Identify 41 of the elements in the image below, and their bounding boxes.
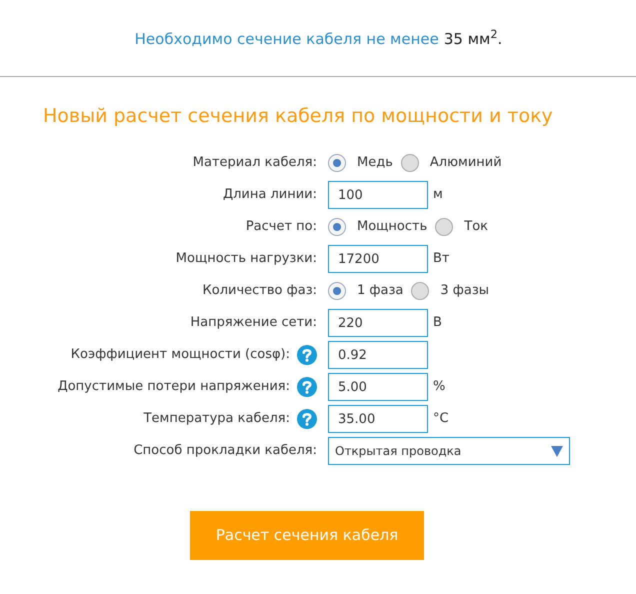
radio-button[interactable] <box>328 218 346 236</box>
input-field[interactable]: 100 <box>328 181 428 209</box>
field-label: Температура кабеля: <box>144 410 290 428</box>
input-field[interactable]: 17200 <box>328 245 428 273</box>
radio-label[interactable]: 3 фазы <box>440 281 490 301</box>
dropdown[interactable]: Открытая проводка <box>328 437 570 465</box>
field-label: Длина линии: <box>222 186 317 204</box>
radio-button[interactable] <box>328 282 346 300</box>
radio-label[interactable]: Медь <box>357 153 393 173</box>
help-icon[interactable] <box>297 377 317 397</box>
unit-label: % <box>433 378 446 396</box>
help-icon[interactable] <box>297 345 317 365</box>
unit-label: м <box>433 186 443 204</box>
result-value: 35 мм$^{2}$. <box>444 28 502 50</box>
unit-label: Вт <box>433 250 450 268</box>
field-label: Материал кабеля: <box>192 154 317 172</box>
radio-button[interactable] <box>328 154 346 172</box>
input-field[interactable]: 35.00 <box>328 405 428 433</box>
radio-label[interactable]: Ток <box>464 217 488 237</box>
help-icon[interactable] <box>297 409 317 429</box>
field-label: Количество фаз: <box>202 282 317 300</box>
input-field[interactable]: 5.00 <box>328 373 428 401</box>
form-heading: Новый расчет сечения кабеля по мощности и току <box>43 105 553 127</box>
input-field[interactable]: 220 <box>328 309 428 337</box>
radio-label[interactable]: Алюминий <box>430 153 502 173</box>
radio-button[interactable] <box>435 218 454 236</box>
field-label: Коэффициент мощности (cosφ): <box>70 346 290 364</box>
radio-button[interactable] <box>411 282 430 300</box>
radio-label[interactable]: 1 фаза <box>357 281 404 301</box>
field-label: Способ прокладки кабеля: <box>134 442 317 460</box>
dropdown-arrow-icon <box>551 445 563 457</box>
radio-label[interactable]: Мощность <box>357 217 428 237</box>
radio-button[interactable] <box>400 154 419 172</box>
result-text: Необходимо сечение кабеля не менее <box>134 28 439 50</box>
unit-label: В <box>433 314 442 332</box>
field-label: Напряжение сети: <box>190 314 317 332</box>
field-label: Мощность нагрузки: <box>176 250 317 268</box>
input-field[interactable]: 0.92 <box>328 341 428 369</box>
field-label: Допустимые потери напряжения: <box>58 378 290 396</box>
unit-label: °C <box>433 410 449 428</box>
field-label: Расчет по: <box>246 218 317 236</box>
